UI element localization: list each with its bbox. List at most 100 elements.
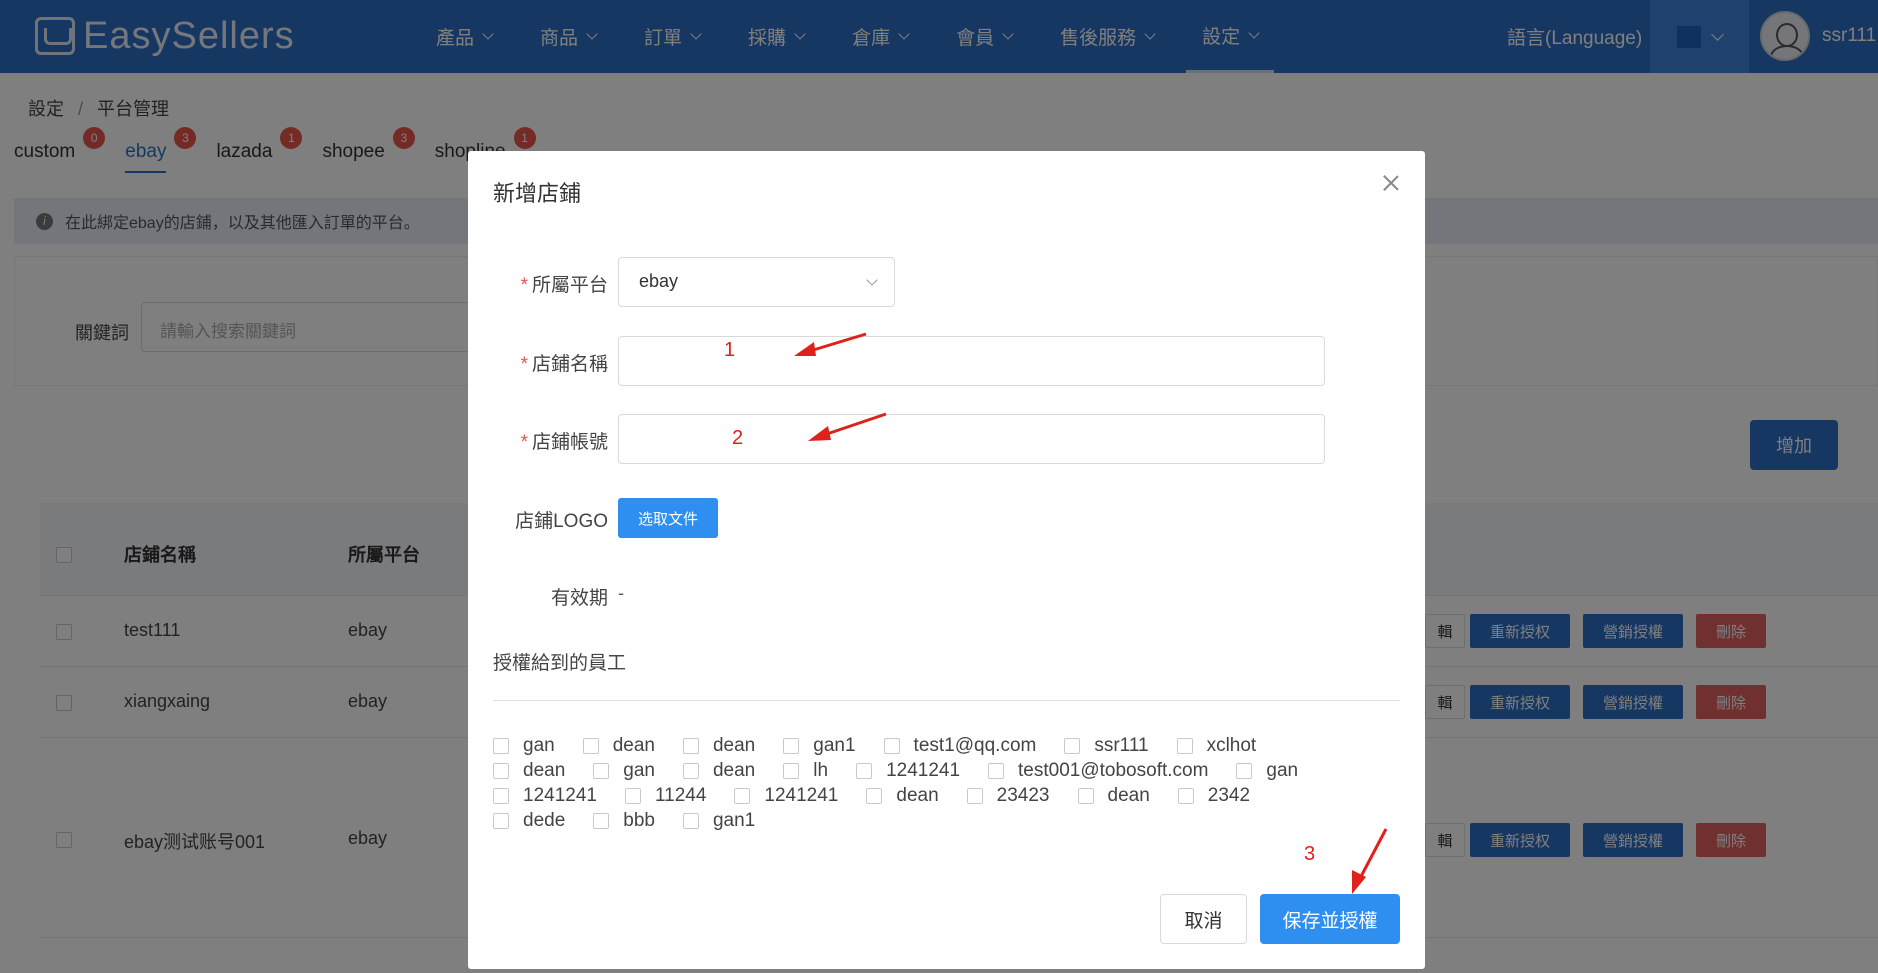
employee-name: dean [1107, 784, 1150, 806]
checkbox[interactable] [734, 787, 751, 804]
platform-field-label: * 所屬平台 [468, 270, 608, 297]
employee-option[interactable]: gan [493, 735, 555, 757]
employee-option[interactable]: 23423 [966, 784, 1050, 807]
checkbox[interactable] [593, 762, 610, 779]
required-mark: * [520, 432, 528, 453]
employee-name: dean [612, 734, 655, 756]
checkbox[interactable] [624, 787, 641, 804]
employee-option[interactable]: test1@qq.com [883, 734, 1037, 757]
add-store-dialog: 新增店鋪 * 所屬平台 ebay * 店鋪名稱 * 店鋪帳號 店鋪LOGO 选取文件 … [468, 151, 1425, 969]
employee-option[interactable]: dean [866, 784, 939, 807]
employee-name: gan1 [712, 809, 756, 831]
employee-name: dean [712, 734, 756, 756]
employee-name: dean [896, 784, 939, 806]
employee-option[interactable]: 1241241 [493, 785, 597, 807]
employee-name: dean [712, 759, 756, 781]
logo-field-label: 店鋪LOGO [515, 511, 608, 532]
checkbox[interactable] [783, 737, 800, 754]
employee-row: 1241241 11244 1241241 dean 23423 dean 23… [493, 783, 1400, 808]
employee-name: 1241241 [886, 759, 961, 781]
employee-option[interactable]: 1241241 [734, 785, 838, 807]
cancel-button[interactable]: 取消 [1160, 894, 1247, 944]
employee-row: dede bbb gan1 [493, 808, 1400, 833]
required-mark: * [520, 275, 528, 296]
checkbox[interactable] [783, 762, 800, 779]
checkbox[interactable] [582, 737, 599, 754]
employee-option[interactable]: lh [783, 760, 828, 782]
checkbox[interactable] [682, 812, 699, 829]
employee-option[interactable]: gan1 [682, 809, 756, 832]
checkbox[interactable] [1176, 737, 1193, 754]
employee-option[interactable]: dean [1077, 784, 1150, 807]
employee-name: ssr111 [1094, 734, 1149, 756]
employee-name: 1241241 [523, 784, 597, 806]
store-account-field-label: * 店鋪帳號 [468, 427, 608, 454]
label-text: 所屬平台 [531, 275, 608, 296]
employee-name: 23423 [996, 784, 1050, 806]
checkbox[interactable] [493, 812, 509, 829]
validity-label: 有效期 [550, 588, 608, 609]
validity-value: - [618, 583, 624, 603]
checkbox[interactable] [1064, 737, 1081, 754]
employee-option[interactable]: gan [1236, 760, 1298, 782]
employee-option[interactable]: test001@tobosoft.com [988, 760, 1208, 782]
checkbox[interactable] [493, 787, 509, 804]
label-text: 店鋪帳號 [531, 432, 608, 453]
employee-name: dean [523, 759, 566, 781]
employee-option[interactable]: xclhot [1176, 734, 1257, 757]
employee-name: test1@qq.com [913, 734, 1037, 756]
checkbox[interactable] [682, 737, 699, 754]
employee-option[interactable]: 2342 [1177, 784, 1251, 807]
employee-option[interactable]: dede [493, 810, 565, 832]
checkbox[interactable] [856, 762, 873, 779]
employee-row: gan dean dean gan1 test1@qq.com ssr111 x… [493, 733, 1400, 758]
employee-option[interactable]: dean [493, 760, 565, 782]
checkbox[interactable] [1236, 762, 1253, 779]
employee-option[interactable]: gan1 [783, 734, 856, 757]
checkbox[interactable] [883, 737, 900, 754]
save-and-authorize-button[interactable]: 保存並授權 [1260, 894, 1400, 944]
checkbox[interactable] [1177, 787, 1194, 804]
checkbox[interactable] [593, 812, 610, 829]
label-text: 店鋪名稱 [531, 354, 608, 375]
employee-name: 2342 [1207, 784, 1251, 806]
chevron-down-icon [866, 274, 878, 286]
employee-option[interactable]: dean [682, 759, 756, 782]
employee-name: 1241241 [764, 784, 839, 806]
employee-option[interactable]: bbb [593, 810, 655, 832]
employee-option[interactable]: dean [682, 734, 756, 757]
employee-name: gan [623, 759, 655, 781]
employee-name: xclhot [1206, 734, 1257, 756]
employee-option[interactable]: 1241241 [856, 760, 960, 782]
employee-name: lh [813, 759, 829, 781]
employee-option[interactable]: dean [582, 734, 655, 757]
employee-name: 11244 [654, 784, 707, 806]
choose-file-button[interactable]: 选取文件 [618, 498, 718, 538]
employee-checkbox-list: gan dean dean gan1 test1@qq.com ssr111 x… [493, 733, 1400, 833]
annotation-number: 3 [1304, 843, 1316, 865]
dialog-title: 新增店鋪 [493, 181, 582, 206]
store-account-input[interactable] [618, 414, 1325, 464]
checkbox[interactable] [988, 762, 1005, 779]
checkbox[interactable] [866, 787, 883, 804]
close-icon[interactable] [1381, 173, 1401, 193]
authorized-employees-title: 授權給到的員工 [493, 653, 627, 674]
required-mark: * [520, 354, 528, 375]
employee-name: dede [523, 809, 566, 831]
checkbox[interactable] [966, 787, 983, 804]
employee-name: gan1 [813, 734, 856, 756]
platform-select-value: ebay [639, 271, 679, 291]
employee-option[interactable]: 11244 [624, 784, 707, 807]
annotation-number: 1 [724, 339, 736, 361]
employee-option[interactable]: gan [593, 760, 655, 782]
checkbox[interactable] [493, 762, 509, 779]
checkbox[interactable] [493, 737, 509, 754]
checkbox[interactable] [682, 762, 699, 779]
section-divider [493, 700, 1400, 701]
employee-row: dean gan dean lh 1241241 test001@tobosof… [493, 758, 1400, 783]
employee-name: bbb [623, 809, 655, 831]
employee-name: gan [523, 734, 555, 756]
employee-option[interactable]: ssr111 [1064, 734, 1149, 757]
checkbox[interactable] [1077, 787, 1094, 804]
platform-select[interactable]: ebay [618, 257, 895, 307]
